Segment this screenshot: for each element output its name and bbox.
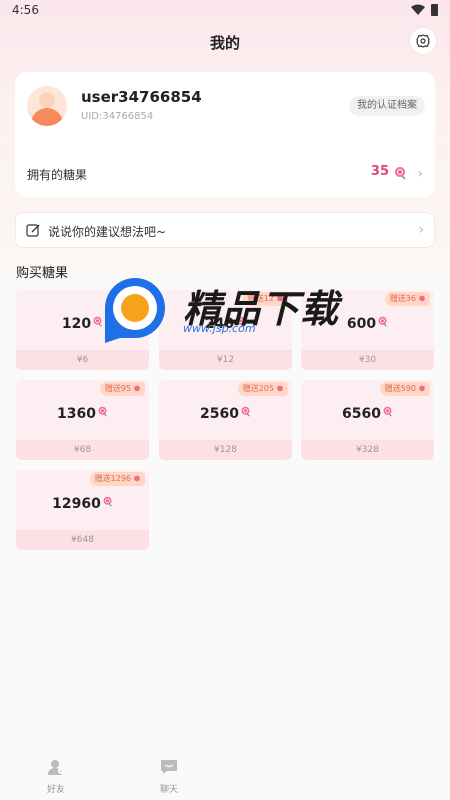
candy-amount: 12960	[52, 496, 101, 512]
watermark-url: www.jsp.com	[183, 322, 256, 335]
suggestion-text: 说说你的建议想法吧~	[48, 225, 167, 239]
package-price: ¥30	[301, 350, 434, 370]
candy-icon	[419, 295, 425, 302]
settings-button[interactable]	[410, 28, 436, 54]
page-title: 我的	[209, 34, 240, 52]
candy-count: 35	[370, 164, 389, 179]
bonus-badge: 赠送205	[237, 382, 288, 396]
candy-label: 拥有的糖果	[27, 168, 88, 182]
bottom-tab-bar: 好友 聊天	[0, 752, 450, 800]
watermark-logo	[105, 278, 165, 343]
package-price: ¥68	[16, 440, 149, 460]
package-price: ¥6	[16, 350, 149, 370]
user-id: UID:34766854	[81, 111, 154, 122]
candy-icon	[419, 385, 425, 392]
battery-icon	[431, 4, 438, 16]
candy-icon	[134, 385, 140, 392]
package-price: ¥328	[301, 440, 434, 460]
status-icons	[411, 4, 438, 16]
tab-friends[interactable]: 好友	[36, 758, 76, 795]
package-price: ¥128	[159, 440, 292, 460]
tab-friends-label: 好友	[46, 785, 65, 795]
bonus-badge: 赠送1296	[89, 472, 145, 486]
profile-card: user34766854 UID:34766854 我的认证档案 拥有的糖果 3…	[15, 72, 435, 197]
candy-package-tile[interactable]: 赠送1296 12960 ¥648	[16, 470, 149, 550]
bonus-badge: 赠送36	[384, 292, 430, 306]
candy-icon	[98, 406, 107, 417]
cert-profile-button[interactable]: 我的认证档案	[349, 96, 425, 116]
candy-amount: 120	[61, 316, 92, 332]
tab-chat[interactable]: 聊天	[149, 758, 189, 795]
candy-balance-row[interactable]: 拥有的糖果 35 ›	[27, 164, 423, 184]
candy-package-tile[interactable]: 赠送95 1360 ¥68	[16, 380, 149, 460]
candy-icon	[241, 406, 250, 417]
section-title: 购买糖果	[16, 266, 69, 281]
suggestion-bar[interactable]: 说说你的建议想法吧~ ›	[15, 212, 435, 248]
chevron-right-icon: ›	[418, 222, 424, 238]
chat-icon	[161, 760, 177, 774]
candy-icon	[378, 316, 387, 327]
status-bar: 4:56	[0, 0, 450, 22]
bonus-badge: 赠送95	[99, 382, 145, 396]
candy-icon	[395, 167, 406, 180]
candy-amount: 6560	[342, 406, 381, 422]
candy-icon	[277, 385, 283, 392]
watermark: 精品下载 www.jsp.com	[95, 268, 355, 348]
candy-amount: 2560	[200, 406, 239, 422]
tab-chat-label: 聊天	[159, 785, 178, 795]
candy-icon	[103, 496, 112, 507]
candy-amount: 1360	[57, 406, 96, 422]
chevron-right-icon: ›	[417, 166, 423, 182]
candy-package-tile[interactable]: 赠送205 2560 ¥128	[159, 380, 292, 460]
gear-icon	[416, 34, 430, 48]
package-price: ¥12	[159, 350, 292, 370]
username: user34766854	[81, 88, 202, 106]
wifi-icon	[411, 4, 425, 15]
candy-package-tile[interactable]: 赠送590 6560 ¥328	[301, 380, 434, 460]
avatar[interactable]	[27, 86, 67, 126]
friends-icon	[48, 760, 64, 775]
candy-icon	[383, 406, 392, 417]
edit-icon	[26, 224, 40, 237]
package-price: ¥648	[16, 530, 149, 550]
header: 我的	[0, 28, 450, 56]
bonus-badge: 赠送590	[379, 382, 430, 396]
candy-icon	[134, 475, 140, 482]
status-time: 4:56	[12, 3, 39, 17]
